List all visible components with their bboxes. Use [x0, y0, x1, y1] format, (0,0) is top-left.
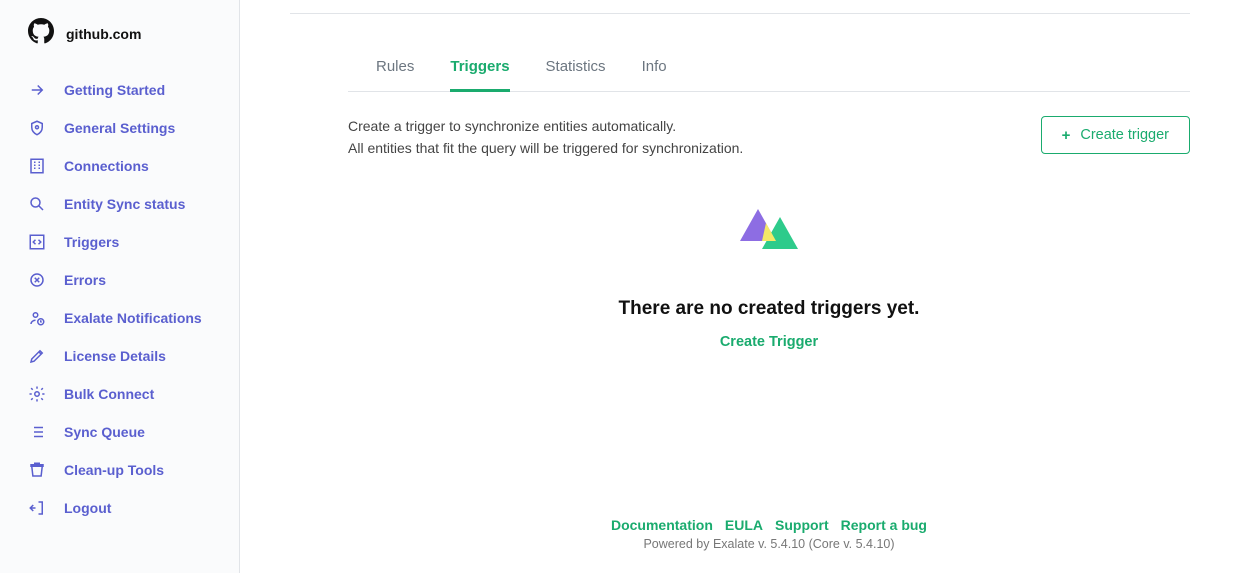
subhead-line1: Create a trigger to synchronize entities…	[348, 116, 743, 138]
create-trigger-button[interactable]: + Create trigger	[1041, 116, 1190, 154]
empty-state: There are no created triggers yet. Creat…	[348, 187, 1190, 350]
footer-links: Documentation EULA Support Report a bug	[348, 517, 1190, 533]
sidebar-item-logout[interactable]: Logout	[0, 489, 239, 527]
github-icon	[28, 18, 54, 49]
empty-title: There are no created triggers yet.	[619, 298, 920, 320]
sidebar-item-cleanup[interactable]: Clean-up Tools	[0, 451, 239, 489]
footer-support[interactable]: Support	[775, 517, 829, 533]
tab-statistics[interactable]: Statistics	[546, 44, 606, 92]
sidebar-item-label: Bulk Connect	[64, 386, 154, 402]
sidebar-item-sync-queue[interactable]: Sync Queue	[0, 413, 239, 451]
empty-create-link[interactable]: Create Trigger	[720, 334, 818, 350]
footer-report[interactable]: Report a bug	[841, 517, 927, 533]
pencil-icon	[28, 347, 46, 365]
nav: Getting Started General Settings Connect…	[0, 63, 239, 527]
code-square-icon	[28, 233, 46, 251]
sidebar-item-triggers[interactable]: Triggers	[0, 223, 239, 261]
subhead: Create a trigger to synchronize entities…	[348, 116, 1190, 159]
brand: github.com	[0, 18, 239, 63]
sidebar-item-notifications[interactable]: Exalate Notifications	[0, 299, 239, 337]
sidebar-item-connections[interactable]: Connections	[0, 147, 239, 185]
sidebar-item-label: Exalate Notifications	[64, 310, 202, 326]
triangles-icon	[738, 205, 800, 260]
sidebar-item-label: Sync Queue	[64, 424, 145, 440]
error-icon	[28, 271, 46, 289]
building-icon	[28, 157, 46, 175]
sidebar-item-label: Clean-up Tools	[64, 462, 164, 478]
content: Rules Triggers Statistics Info Create a …	[240, 14, 1240, 573]
tab-rules[interactable]: Rules	[376, 44, 414, 92]
sidebar-item-errors[interactable]: Errors	[0, 261, 239, 299]
sidebar-item-getting-started[interactable]: Getting Started	[0, 71, 239, 109]
gear-icon	[28, 385, 46, 403]
sidebar-item-entity-sync[interactable]: Entity Sync status	[0, 185, 239, 223]
sidebar-item-general-settings[interactable]: General Settings	[0, 109, 239, 147]
footer-documentation[interactable]: Documentation	[611, 517, 713, 533]
sidebar-item-label: Connections	[64, 158, 149, 174]
sidebar-item-bulk-connect[interactable]: Bulk Connect	[0, 375, 239, 413]
sidebar: github.com Getting Started General Setti…	[0, 0, 240, 573]
sidebar-item-label: Triggers	[64, 234, 119, 250]
create-trigger-label: Create trigger	[1080, 127, 1169, 143]
logout-icon	[28, 499, 46, 517]
user-at-icon	[28, 309, 46, 327]
footer-powered: Powered by Exalate v. 5.4.10 (Core v. 5.…	[348, 537, 1190, 551]
sidebar-item-license[interactable]: License Details	[0, 337, 239, 375]
search-icon	[28, 195, 46, 213]
tab-info[interactable]: Info	[642, 44, 667, 92]
arrow-right-icon	[28, 81, 46, 99]
sidebar-item-label: Getting Started	[64, 82, 165, 98]
footer-eula[interactable]: EULA	[725, 517, 763, 533]
brand-name: github.com	[66, 26, 141, 42]
trash-icon	[28, 461, 46, 479]
list-icon	[28, 423, 46, 441]
subhead-text: Create a trigger to synchronize entities…	[348, 116, 743, 159]
main: Rules Triggers Statistics Info Create a …	[240, 0, 1240, 573]
subhead-line2: All entities that fit the query will be …	[348, 138, 743, 160]
plus-icon: +	[1062, 128, 1071, 143]
shield-icon	[28, 119, 46, 137]
topbar-divider	[290, 0, 1190, 14]
sidebar-item-label: Errors	[64, 272, 106, 288]
sidebar-item-label: License Details	[64, 348, 166, 364]
sidebar-item-label: General Settings	[64, 120, 175, 136]
sidebar-item-label: Logout	[64, 500, 111, 516]
sidebar-item-label: Entity Sync status	[64, 196, 185, 212]
footer: Documentation EULA Support Report a bug …	[348, 505, 1190, 573]
tab-triggers[interactable]: Triggers	[450, 44, 509, 92]
tabs: Rules Triggers Statistics Info	[348, 44, 1190, 92]
